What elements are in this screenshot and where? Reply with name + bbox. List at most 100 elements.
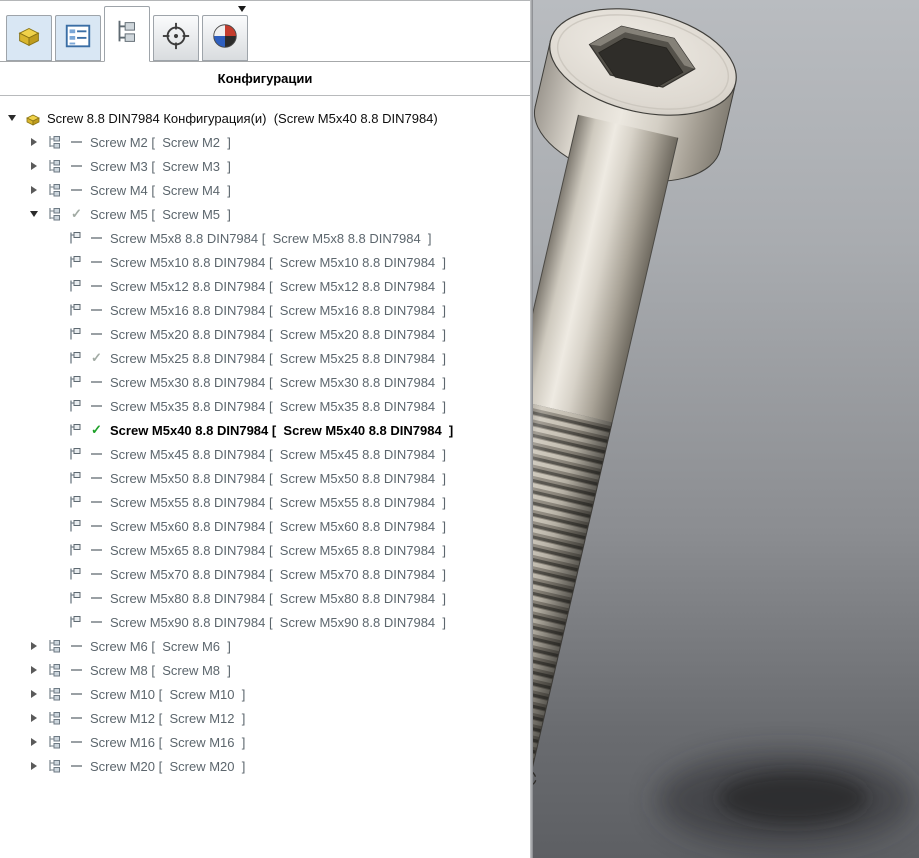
tree-row[interactable]: Screw M6 [ Screw M6 ] [0, 634, 530, 658]
featuremanager-tab[interactable] [6, 15, 52, 61]
status-dash-icon [89, 525, 104, 527]
row-label: Screw M20 [ Screw M20 ] [90, 759, 245, 774]
status-dash-icon [89, 333, 104, 335]
tree-row[interactable]: Screw M5x16 8.8 DIN7984 [ Screw M5x16 8.… [0, 298, 530, 322]
tree-row[interactable]: Screw M5x55 8.8 DIN7984 [ Screw M5x55 8.… [0, 490, 530, 514]
config-icon [66, 590, 83, 607]
expand-arrow-icon[interactable] [28, 730, 40, 754]
status-dash-icon [69, 741, 84, 743]
expand-arrow-icon[interactable] [28, 202, 40, 226]
status-dash-icon [89, 621, 104, 623]
config-icon [66, 326, 83, 343]
tree-row[interactable]: Screw M20 [ Screw M20 ] [0, 754, 530, 778]
tree-row[interactable]: Screw M5x30 8.8 DIN7984 [ Screw M5x30 8.… [0, 370, 530, 394]
config-group-icon [46, 158, 63, 175]
part-config-icon [24, 110, 41, 127]
status-dash-icon [69, 693, 84, 695]
configuration-tree: Screw 8.8 DIN7984 Конфигурация(и) (Screw… [0, 96, 530, 858]
status-dash-icon [89, 573, 104, 575]
tree-row[interactable]: Screw M5x90 8.8 DIN7984 [ Screw M5x90 8.… [0, 610, 530, 634]
expand-arrow-icon[interactable] [28, 130, 40, 154]
status-check-green-icon: ✓ [89, 422, 104, 438]
expand-arrow-icon[interactable] [28, 682, 40, 706]
expand-arrow-icon[interactable] [28, 706, 40, 730]
status-dash-icon [69, 717, 84, 719]
displaymanager-tab[interactable] [202, 15, 248, 61]
tree-row[interactable]: Screw M5x45 8.8 DIN7984 [ Screw M5x45 8.… [0, 442, 530, 466]
config-icon [66, 374, 83, 391]
config-icon [66, 230, 83, 247]
tree-row[interactable]: Screw M5x50 8.8 DIN7984 [ Screw M5x50 8.… [0, 466, 530, 490]
tree-row[interactable]: Screw M8 [ Screw M8 ] [0, 658, 530, 682]
configurationmanager-tab[interactable] [104, 6, 150, 62]
row-label: Screw M4 [ Screw M4 ] [90, 183, 231, 198]
dimxpertmanager-tab[interactable] [153, 15, 199, 61]
row-label: Screw M2 [ Screw M2 ] [90, 135, 231, 150]
row-label: Screw M5x70 8.8 DIN7984 [ Screw M5x70 8.… [110, 567, 446, 582]
row-label: Screw M5x90 8.8 DIN7984 [ Screw M5x90 8.… [110, 615, 446, 630]
status-dash-icon [89, 597, 104, 599]
status-check-gray-icon: ✓ [69, 206, 84, 222]
config-group-icon [46, 686, 63, 703]
expand-arrow-icon[interactable] [6, 106, 18, 130]
config-icon [66, 494, 83, 511]
status-dash-icon [69, 189, 84, 191]
tree-row[interactable]: Screw M2 [ Screw M2 ] [0, 130, 530, 154]
config-icon [66, 398, 83, 415]
status-dash-icon [89, 501, 104, 503]
viewport-3d[interactable] [533, 0, 919, 858]
configurations-icon [112, 17, 142, 52]
tree-row[interactable]: Screw M5x8 8.8 DIN7984 [ Screw M5x8 8.8 … [0, 226, 530, 250]
row-label: Screw M5x60 8.8 DIN7984 [ Screw M5x60 8.… [110, 519, 446, 534]
tab-overflow-arrow-icon[interactable] [238, 6, 246, 12]
tree-row[interactable]: Screw M5x60 8.8 DIN7984 [ Screw M5x60 8.… [0, 514, 530, 538]
screw-body[interactable] [533, 0, 747, 806]
status-dash-icon [89, 453, 104, 455]
tree-row[interactable]: Screw M12 [ Screw M12 ] [0, 706, 530, 730]
propertymanager-tab[interactable] [55, 15, 101, 61]
status-dash-icon [69, 669, 84, 671]
tree-row[interactable]: Screw M5x35 8.8 DIN7984 [ Screw M5x35 8.… [0, 394, 530, 418]
expand-arrow-icon[interactable] [28, 754, 40, 778]
part-icon [14, 21, 44, 56]
tree-row[interactable]: Screw M10 [ Screw M10 ] [0, 682, 530, 706]
tree-row[interactable]: Screw M4 [ Screw M4 ] [0, 178, 530, 202]
row-label: Screw M5x45 8.8 DIN7984 [ Screw M5x45 8.… [110, 447, 446, 462]
tree-row[interactable]: Screw M3 [ Screw M3 ] [0, 154, 530, 178]
expand-arrow-icon[interactable] [28, 154, 40, 178]
status-dash-icon [69, 645, 84, 647]
config-group-icon [46, 734, 63, 751]
expand-arrow-icon[interactable] [28, 634, 40, 658]
application-window: Конфигурации Screw 8.8 DIN7984 Конфигура… [0, 0, 919, 858]
row-label: Screw M5x8 8.8 DIN7984 [ Screw M5x8 8.8 … [110, 231, 432, 246]
tree-row[interactable]: Screw M5x70 8.8 DIN7984 [ Screw M5x70 8.… [0, 562, 530, 586]
tree-row[interactable]: Screw M5x10 8.8 DIN7984 [ Screw M5x10 8.… [0, 250, 530, 274]
config-icon [66, 542, 83, 559]
status-dash-icon [89, 261, 104, 263]
status-dash-icon [69, 165, 84, 167]
config-icon [66, 614, 83, 631]
tree-row[interactable]: Screw 8.8 DIN7984 Конфигурация(и) (Screw… [0, 106, 530, 130]
tree-row[interactable]: Screw M5x20 8.8 DIN7984 [ Screw M5x20 8.… [0, 322, 530, 346]
design-tree-icon [63, 21, 93, 56]
row-label: Screw 8.8 DIN7984 Конфигурация(и) (Screw… [47, 111, 438, 126]
tree-row[interactable]: Screw M5x80 8.8 DIN7984 [ Screw M5x80 8.… [0, 586, 530, 610]
status-check-gray-icon: ✓ [89, 350, 104, 366]
tree-row[interactable]: ✓ Screw M5x25 8.8 DIN7984 [ Screw M5x25 8… [0, 346, 530, 370]
tree-row[interactable]: Screw M5x65 8.8 DIN7984 [ Screw M5x65 8.… [0, 538, 530, 562]
tree-row[interactable]: ✓Screw M5x40 8.8 DIN7984 [ Screw M5x40 8… [0, 418, 530, 442]
row-label: Screw M5x50 8.8 DIN7984 [ Screw M5x50 8.… [110, 471, 446, 486]
screw-model[interactable] [533, 0, 919, 858]
expand-arrow-icon[interactable] [28, 658, 40, 682]
config-icon [66, 350, 83, 367]
tree-row[interactable]: ✓Screw M5 [ Screw M5 ] [0, 202, 530, 226]
tree-row[interactable]: Screw M5x12 8.8 DIN7984 [ Screw M5x12 8.… [0, 274, 530, 298]
dimxpert-target-icon [161, 21, 191, 56]
tree-row[interactable]: Screw M16 [ Screw M16 ] [0, 730, 530, 754]
status-dash-icon [89, 549, 104, 551]
row-label: Screw M5x25 8.8 DIN7984 [ Screw M5x25 8.… [110, 351, 446, 366]
row-label: Screw M5x30 8.8 DIN7984 [ Screw M5x30 8.… [110, 375, 446, 390]
row-label: Screw M12 [ Screw M12 ] [90, 711, 245, 726]
expand-arrow-icon[interactable] [28, 178, 40, 202]
status-dash-icon [69, 765, 84, 767]
